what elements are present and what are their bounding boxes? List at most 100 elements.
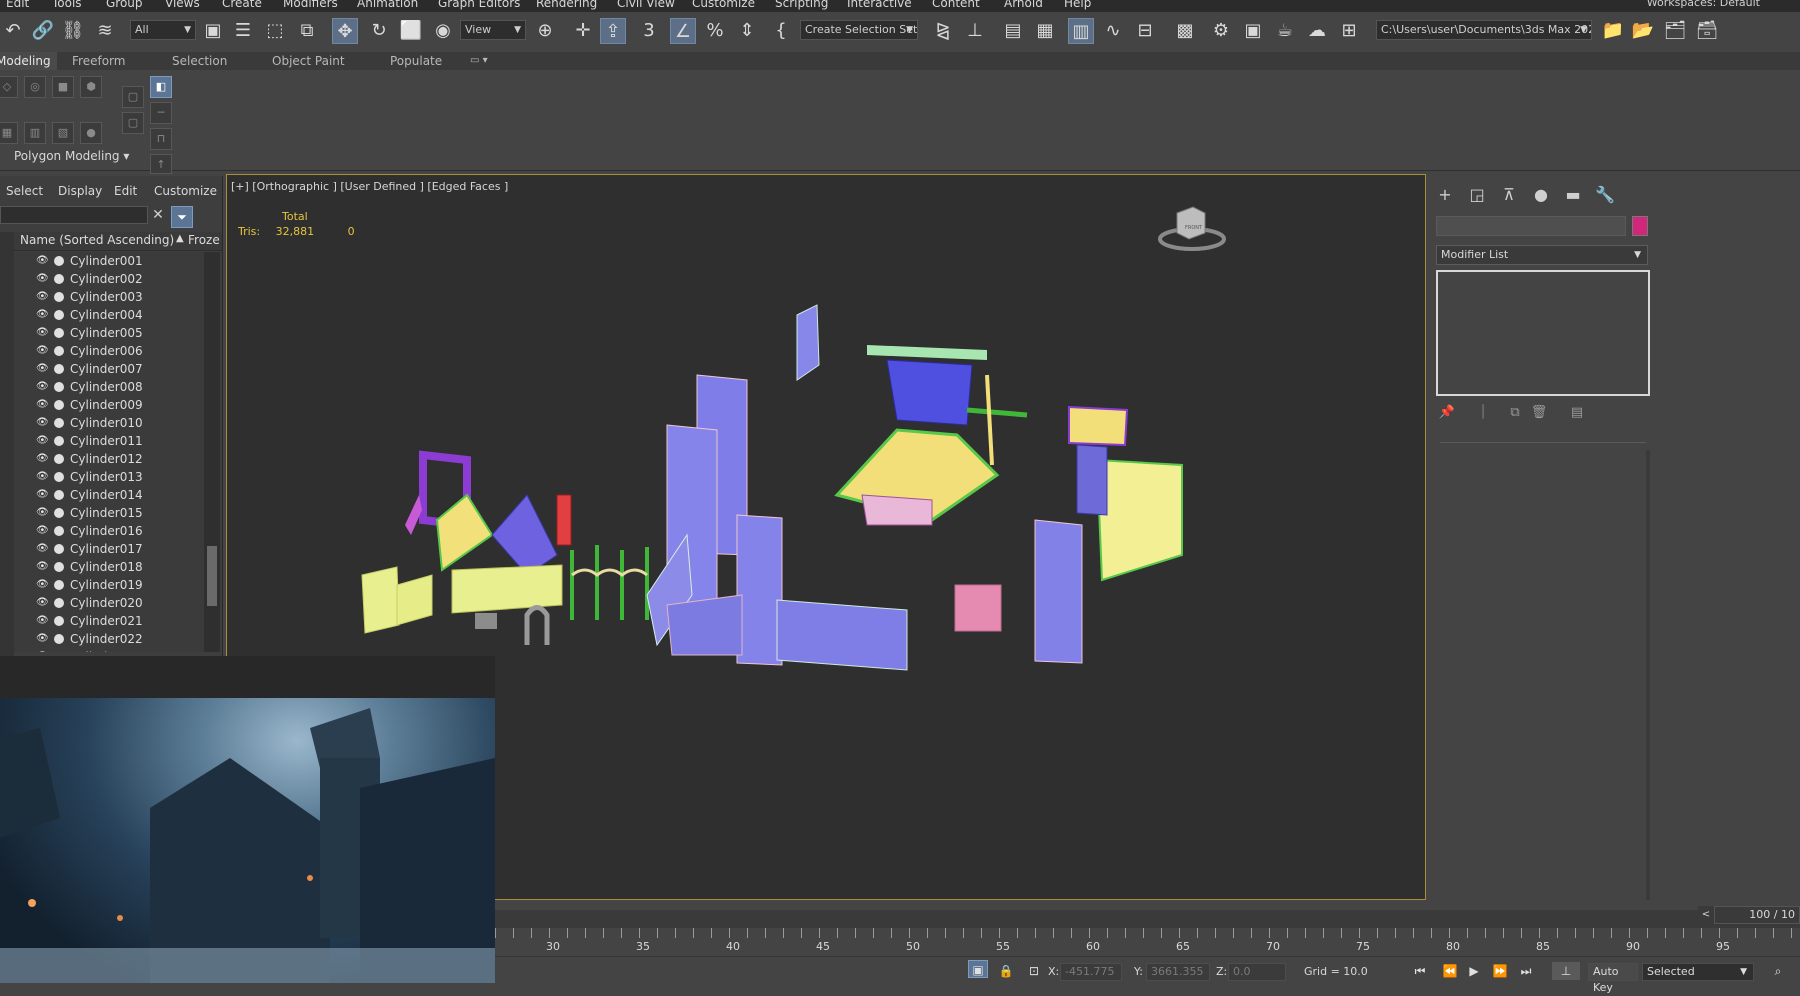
list-item[interactable]: 👁 Cylinder006	[14, 342, 204, 360]
play-icon[interactable]: ▶	[1464, 962, 1484, 980]
go-to-start-icon[interactable]: ⏮	[1410, 962, 1430, 980]
collapse-stack-icon[interactable]: ●	[80, 122, 102, 144]
menu-modifiers[interactable]: Modifiers	[283, 0, 338, 10]
menu-civil-view[interactable]: Civil View	[617, 0, 675, 10]
freeze-toggle-icon[interactable]	[54, 274, 64, 284]
ignore-backfacing-icon[interactable]: ↑	[150, 154, 172, 174]
time-slider-track[interactable]	[495, 910, 1800, 928]
display-tab-icon[interactable]: ▬	[1562, 184, 1584, 206]
freeze-toggle-icon[interactable]	[54, 364, 64, 374]
set-key-icon[interactable]: ⊥	[1552, 962, 1580, 980]
make-unique-icon[interactable]: ⧉	[1506, 404, 1524, 422]
column-name[interactable]: Name (Sorted Ascending)	[20, 233, 174, 247]
percent-snap-icon[interactable]: %	[702, 18, 728, 44]
freeze-toggle-icon[interactable]	[54, 598, 64, 608]
modify-tab-icon[interactable]: ◲	[1466, 184, 1488, 206]
list-item[interactable]: 👁 Cylinder016	[14, 522, 204, 540]
list-item[interactable]: 👁 Cylinder009	[14, 396, 204, 414]
visibility-eye-icon[interactable]: 👁	[36, 360, 50, 378]
menu-create[interactable]: Create	[222, 0, 262, 10]
previous-key-icon[interactable]: ⏪	[1440, 962, 1460, 980]
list-item[interactable]: 👁 Cylinder011	[14, 432, 204, 450]
explorer-scroll-thumb[interactable]	[207, 546, 217, 606]
visibility-eye-icon[interactable]: 👁	[36, 558, 50, 576]
freeze-toggle-icon[interactable]	[54, 382, 64, 392]
selection-filter-dropdown[interactable]: All ▼	[130, 20, 196, 40]
cut-icon[interactable]: ▢	[122, 112, 144, 134]
menu-views[interactable]: Views	[165, 0, 200, 10]
filter-icon[interactable]: ⏷	[171, 206, 193, 228]
menu-graph-editors[interactable]: Graph Editors	[438, 0, 520, 10]
visibility-eye-icon[interactable]: 👁	[36, 504, 50, 522]
render-production-icon[interactable]: ☕	[1272, 18, 1298, 44]
motion-tab-icon[interactable]: ●	[1530, 184, 1552, 206]
spinner-snap-icon[interactable]: ⇕	[734, 18, 760, 44]
select-manipulate-icon[interactable]: ✛	[570, 18, 596, 44]
angle-snap-icon[interactable]: ∠	[670, 18, 696, 44]
snaps-toggle-icon[interactable]: 3	[636, 18, 662, 44]
freeze-toggle-icon[interactable]	[54, 400, 64, 410]
named-selection-dropdown[interactable]: Create Selection Set ▼	[800, 20, 918, 40]
viewcube[interactable]: FRONT	[1157, 199, 1227, 253]
list-item[interactable]: 👁 Cylinder005	[14, 324, 204, 342]
column-frozen[interactable]: Froze	[188, 233, 220, 247]
hierarchy-tab-icon[interactable]: ⊼	[1498, 184, 1520, 206]
menu-animation[interactable]: Animation	[357, 0, 418, 10]
visibility-eye-icon[interactable]: 👁	[36, 594, 50, 612]
list-item[interactable]: 👁 Cylinder012	[14, 450, 204, 468]
menu-scripting[interactable]: Scripting	[775, 0, 828, 10]
modifier-stack[interactable]	[1436, 270, 1650, 396]
element-mode-icon[interactable]: ▦	[0, 122, 18, 144]
freeze-toggle-icon[interactable]	[54, 634, 64, 644]
material-editor-icon[interactable]: ▩	[1172, 18, 1198, 44]
freeze-toggle-icon[interactable]	[54, 310, 64, 320]
tab-populate[interactable]: Populate	[390, 52, 442, 70]
mirror-icon[interactable]: ⧎	[930, 18, 956, 44]
explorer-menu-display[interactable]: Display	[58, 184, 102, 198]
list-item[interactable]: 👁 Cylinder020	[14, 594, 204, 612]
menu-edit[interactable]: Edit	[6, 0, 29, 10]
pin-stack-icon[interactable]: 📌	[1438, 404, 1456, 422]
project-open-icon[interactable]: 📂	[1630, 18, 1656, 44]
show-end-result-icon[interactable]: ⏐	[1474, 404, 1492, 422]
visibility-eye-icon[interactable]: 👁	[36, 648, 50, 652]
swift-loop-icon[interactable]: ▢	[122, 86, 144, 108]
menu-interactive[interactable]: Interactive	[847, 0, 912, 10]
select-and-place-icon[interactable]: ◉	[430, 18, 456, 44]
select-and-scale-icon[interactable]: ⬜	[398, 18, 424, 44]
freeze-toggle-icon[interactable]	[54, 562, 64, 572]
list-item[interactable]: 👁 Cylinder002	[14, 270, 204, 288]
explorer-menu-select[interactable]: Select	[6, 184, 43, 198]
visibility-eye-icon[interactable]: 👁	[36, 432, 50, 450]
list-item[interactable]: 👁 Cylinder013	[14, 468, 204, 486]
menu-rendering[interactable]: Rendering	[536, 0, 597, 10]
use-soft-selection-icon[interactable]: ⊓	[150, 128, 172, 150]
render-in-cloud-icon[interactable]: ☁	[1304, 18, 1330, 44]
freeze-toggle-icon[interactable]	[54, 292, 64, 302]
tab-freeform[interactable]: Freeform	[72, 52, 125, 70]
workspaces[interactable]: Workspaces: Default	[1647, 0, 1760, 9]
freeze-toggle-icon[interactable]	[54, 490, 64, 500]
reference-coordinate-dropdown[interactable]: View ▼	[460, 20, 526, 40]
utilities-tab-icon[interactable]: 🔧	[1594, 184, 1616, 206]
previous-frame-icon[interactable]: <	[1698, 906, 1714, 924]
x-coordinate-field[interactable]: -451.775	[1060, 963, 1122, 981]
visibility-eye-icon[interactable]: 👁	[36, 576, 50, 594]
create-tab-icon[interactable]: +	[1434, 184, 1456, 206]
freeze-toggle-icon[interactable]	[54, 418, 64, 428]
list-item[interactable]: 👁 Cylinder001	[14, 252, 204, 270]
render-layout-icon[interactable]: ⊞	[1336, 18, 1362, 44]
visibility-eye-icon[interactable]: 👁	[36, 252, 50, 270]
render-setup-icon[interactable]: ⚙	[1208, 18, 1234, 44]
unlink-icon[interactable]: ⛓	[60, 18, 86, 44]
close-icon[interactable]: ✕	[150, 206, 166, 224]
project-path-dropdown[interactable]: C:\Users\user\Documents\3ds Max 2021 ▼	[1376, 20, 1592, 40]
selection-lock-icon[interactable]: ▣	[968, 960, 988, 978]
pivot-center-icon[interactable]: ⊕	[532, 18, 558, 44]
list-item[interactable]: 👁 Cylinder010	[14, 414, 204, 432]
freeze-toggle-icon[interactable]	[54, 526, 64, 536]
list-item[interactable]: 👁 Cylinder003	[14, 288, 204, 306]
lock-icon[interactable]: 🔒	[996, 962, 1016, 980]
edit-named-selection-icon[interactable]: {	[768, 18, 794, 44]
go-to-end-icon[interactable]: ⏭	[1516, 962, 1536, 980]
